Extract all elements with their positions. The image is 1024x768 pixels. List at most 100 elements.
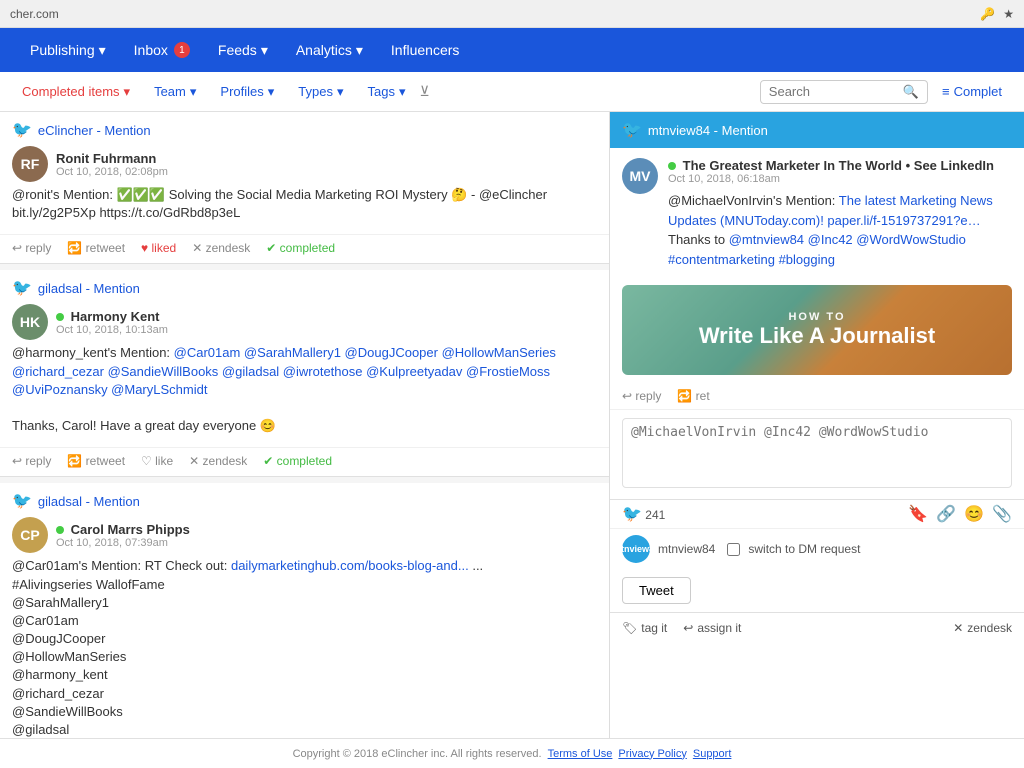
online-indicator bbox=[668, 162, 676, 170]
twitter-icon: 🐦 bbox=[12, 120, 32, 140]
zendesk-icon: ✕ bbox=[953, 621, 963, 635]
tweet-actions: ↩ reply 🔁 retweet ♡ like ✕ zendesk ✔ com… bbox=[0, 447, 609, 476]
chevron-down-icon: ▾ bbox=[337, 84, 344, 100]
main-nav: Publishing ▾ Inbox 1 Feeds ▾ Analytics ▾… bbox=[0, 28, 1024, 72]
tweet-actions: ↩ reply 🔁 retweet ♥ liked ✕ zendesk ✔ co… bbox=[0, 234, 609, 263]
search-input[interactable] bbox=[769, 84, 899, 99]
user-info: Carol Marrs Phipps Oct 10, 2018, 07:39am bbox=[56, 522, 190, 549]
reply-action[interactable]: ↩ reply bbox=[12, 241, 51, 255]
completed-action[interactable]: ✔ completed bbox=[263, 454, 332, 468]
reply-action[interactable]: ↩ reply bbox=[12, 454, 51, 468]
image-main-text: Write Like A Journalist bbox=[699, 323, 935, 349]
tweet-button[interactable]: Tweet bbox=[622, 577, 691, 604]
url-text: cher.com bbox=[10, 7, 59, 21]
reply-input-area bbox=[610, 410, 1024, 500]
reply-count: 🐦 241 bbox=[622, 504, 665, 524]
twitter-bird-icon: 🐦 bbox=[622, 506, 642, 523]
online-indicator bbox=[56, 313, 64, 321]
tweet-body: RF Ronit Fuhrmann Oct 10, 2018, 02:08pm … bbox=[0, 146, 609, 234]
twitter-icon: 🐦 bbox=[12, 278, 32, 298]
chevron-down-icon: ▾ bbox=[99, 42, 106, 59]
online-indicator bbox=[56, 526, 64, 534]
chevron-down-icon: ▾ bbox=[356, 42, 363, 59]
retweet-action[interactable]: 🔁 retweet bbox=[67, 454, 125, 468]
tweet-card: 🐦 giladsal - Mention CP Carol Marrs Phip… bbox=[0, 483, 609, 738]
support-link[interactable]: Support bbox=[693, 748, 732, 760]
search-icon: 🔍 bbox=[903, 84, 919, 100]
subnav-types[interactable]: Types ▾ bbox=[288, 80, 353, 104]
user-info: Ronit Fuhrmann Oct 10, 2018, 02:08pm bbox=[56, 151, 168, 178]
avatar: RF bbox=[12, 146, 48, 182]
assign-it-action[interactable]: ↩ assign it bbox=[683, 621, 741, 635]
inbox-badge: 1 bbox=[174, 42, 190, 58]
right-tweet-actions: ↩ reply 🔁 ret bbox=[610, 383, 1024, 410]
zendesk-footer-action[interactable]: ✕ zendesk bbox=[953, 621, 1012, 635]
tweet-card: 🐦 eClincher - Mention RF Ronit Fuhrmann … bbox=[0, 112, 609, 264]
zendesk-action[interactable]: ✕ zendesk bbox=[192, 241, 250, 255]
liked-action[interactable]: ♥ liked bbox=[141, 241, 176, 255]
user-info: Harmony Kent Oct 10, 2018, 10:13am bbox=[56, 309, 168, 336]
twitter-icon: 🐦 bbox=[12, 491, 32, 511]
nav-analytics[interactable]: Analytics ▾ bbox=[282, 28, 377, 72]
key-icon: 🔑 bbox=[980, 7, 995, 21]
tag-it-action[interactable]: 🏷 tag it bbox=[622, 621, 667, 635]
right-footer-actions: 🏷 tag it ↩ assign it ✕ zendesk bbox=[610, 612, 1024, 643]
complete-label: ≡ Complet bbox=[932, 80, 1012, 103]
subnav-team[interactable]: Team ▾ bbox=[144, 80, 206, 104]
tweet-text: @Car01am's Mention: RT Check out: dailym… bbox=[12, 557, 597, 738]
right-panel-header: 🐦 mtnview84 - Mention bbox=[610, 112, 1024, 148]
right-reply-action[interactable]: ↩ reply bbox=[622, 389, 661, 403]
nav-influencers[interactable]: Influencers bbox=[377, 28, 473, 72]
link-icon[interactable]: 🔗 bbox=[936, 504, 956, 524]
chevron-down-icon: ▾ bbox=[399, 84, 406, 100]
twitter-icon: 🐦 bbox=[622, 120, 642, 140]
like-action[interactable]: ♡ like bbox=[141, 454, 173, 468]
tweet-header: 🐦 giladsal - Mention bbox=[0, 270, 609, 304]
avatar: MV bbox=[622, 158, 658, 194]
right-tweet-author: MV The Greatest Marketer In The World • … bbox=[610, 148, 1024, 277]
subnav-tags[interactable]: Tags ▾ bbox=[358, 80, 416, 104]
nav-inbox[interactable]: Inbox 1 bbox=[120, 28, 204, 72]
address-bar: cher.com 🔑 ★ bbox=[0, 0, 1024, 28]
right-panel: 🐦 mtnview84 - Mention MV The Greatest Ma… bbox=[610, 112, 1024, 738]
nav-feeds[interactable]: Feeds ▾ bbox=[204, 28, 282, 72]
bookmark-icon[interactable]: 🔖 bbox=[908, 504, 928, 524]
terms-link[interactable]: Terms of Use bbox=[548, 748, 613, 760]
completed-action[interactable]: ✔ completed bbox=[266, 241, 335, 255]
reply-textarea[interactable] bbox=[622, 418, 1012, 488]
tweet-body: HK Harmony Kent Oct 10, 2018, 10:13am @h… bbox=[0, 304, 609, 447]
chevron-down-icon: ▾ bbox=[124, 84, 131, 100]
attachment-icon[interactable]: 📎 bbox=[992, 504, 1012, 524]
tag-icon: 🏷 bbox=[622, 621, 637, 635]
emoji-icon[interactable]: 😊 bbox=[964, 504, 984, 524]
dm-row: mtnview84 mtnview84 switch to DM request bbox=[610, 528, 1024, 569]
privacy-link[interactable]: Privacy Policy bbox=[618, 748, 686, 760]
tweet-card: 🐦 giladsal - Mention HK Harmony Kent Oct… bbox=[0, 270, 609, 477]
subnav-completed[interactable]: Completed items ▾ bbox=[12, 80, 140, 104]
avatar: CP bbox=[12, 517, 48, 553]
tweet-text: @harmony_kent's Mention: @Car01am @Sarah… bbox=[12, 344, 597, 435]
tweet-btn-row: Tweet bbox=[610, 569, 1024, 612]
right-tweet-content: The Greatest Marketer In The World • See… bbox=[668, 158, 1012, 269]
chevron-down-icon: ▾ bbox=[261, 42, 268, 59]
right-tweet-text: @MichaelVonIrvin's Mention: The latest M… bbox=[668, 191, 1012, 269]
dm-request-checkbox[interactable] bbox=[727, 543, 740, 556]
main-content: 🐦 eClincher - Mention RF Ronit Fuhrmann … bbox=[0, 112, 1024, 738]
filter-icon[interactable]: ⊻ bbox=[420, 83, 430, 100]
reply-icons-row: 🐦 241 🔖 🔗 😊 📎 bbox=[610, 500, 1024, 528]
assign-icon: ↩ bbox=[683, 621, 693, 635]
tweet-body: CP Carol Marrs Phipps Oct 10, 2018, 07:3… bbox=[0, 517, 609, 738]
subnav-profiles[interactable]: Profiles ▾ bbox=[210, 80, 284, 104]
zendesk-action[interactable]: ✕ zendesk bbox=[189, 454, 247, 468]
chevron-down-icon: ▾ bbox=[190, 84, 197, 100]
tweet-image-preview: HOW TO Write Like A Journalist bbox=[622, 285, 1012, 375]
star-icon: ★ bbox=[1003, 7, 1014, 21]
tweet-text: @ronit's Mention: ✅✅✅ Solving the Social… bbox=[12, 186, 597, 222]
dm-avatar: mtnview84 bbox=[622, 535, 650, 563]
nav-publishing[interactable]: Publishing ▾ bbox=[16, 28, 120, 72]
tweet-header: 🐦 giladsal - Mention bbox=[0, 483, 609, 517]
left-panel: 🐦 eClincher - Mention RF Ronit Fuhrmann … bbox=[0, 112, 610, 738]
right-retweet-action[interactable]: 🔁 ret bbox=[677, 389, 709, 403]
search-box: 🔍 bbox=[760, 80, 928, 104]
retweet-action[interactable]: 🔁 retweet bbox=[67, 241, 125, 255]
